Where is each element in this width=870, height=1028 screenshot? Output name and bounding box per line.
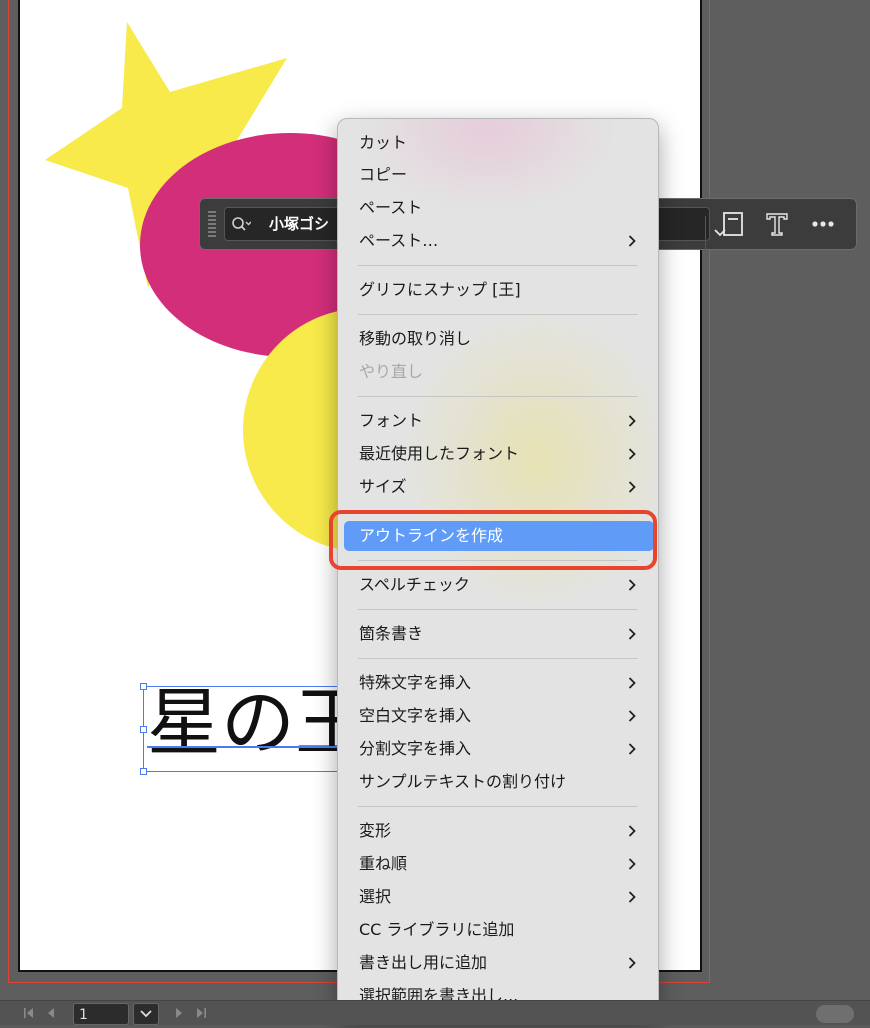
chevron-right-icon bbox=[628, 235, 636, 247]
chevron-right-icon bbox=[628, 481, 636, 493]
first-artboard-icon[interactable] bbox=[24, 1007, 34, 1019]
font-name: 小塚ゴシ bbox=[269, 215, 330, 233]
menu-item-select[interactable]: 選択 bbox=[344, 882, 654, 912]
chevron-right-icon bbox=[628, 415, 636, 427]
chevron-right-icon bbox=[628, 891, 636, 903]
status-bar: 1 bbox=[0, 1000, 870, 1025]
chevron-right-icon bbox=[628, 957, 636, 969]
menu-item-size[interactable]: サイズ bbox=[344, 472, 654, 502]
highlight-callout bbox=[329, 510, 657, 570]
menu-separator bbox=[358, 806, 638, 807]
menu-item-spell-check[interactable]: スペルチェック bbox=[344, 570, 654, 600]
menu-item-insert-whitespace[interactable]: 空白文字を挿入 bbox=[344, 701, 654, 731]
menu-separator bbox=[358, 314, 638, 315]
menu-item-insert-break-character[interactable]: 分割文字を挿入 bbox=[344, 734, 654, 764]
menu-item-bullets[interactable]: 箇条書き bbox=[344, 619, 654, 649]
menu-separator bbox=[358, 609, 638, 610]
menu-item-paste-options[interactable]: ペースト… bbox=[344, 226, 654, 256]
type-icon bbox=[766, 213, 788, 236]
text-frame-button[interactable] bbox=[716, 207, 750, 241]
chevron-right-icon bbox=[628, 677, 636, 689]
more-options-button[interactable] bbox=[806, 207, 840, 241]
more-icon bbox=[812, 221, 834, 227]
menu-separator bbox=[358, 658, 638, 659]
menu-separator bbox=[358, 396, 638, 397]
selection-handle-middle-left[interactable] bbox=[140, 726, 147, 733]
next-artboard-icon[interactable] bbox=[174, 1007, 184, 1019]
selection-handle-bottom-left[interactable] bbox=[140, 768, 147, 775]
menu-item-insert-special-character[interactable]: 特殊文字を挿入 bbox=[344, 668, 654, 698]
chevron-right-icon bbox=[628, 743, 636, 755]
last-artboard-icon[interactable] bbox=[196, 1007, 206, 1019]
menu-item-snap-to-glyph[interactable]: グリフにスナップ [王] bbox=[344, 275, 654, 305]
chevron-right-icon bbox=[628, 448, 636, 460]
chevron-right-icon bbox=[628, 825, 636, 837]
menu-item-font[interactable]: フォント bbox=[344, 406, 654, 436]
menu-item-add-to-export[interactable]: 書き出し用に追加 bbox=[344, 948, 654, 978]
type-button[interactable] bbox=[760, 207, 794, 241]
chevron-right-icon bbox=[628, 579, 636, 591]
drag-grip-icon[interactable] bbox=[208, 211, 216, 239]
artboard-dropdown[interactable] bbox=[133, 1003, 159, 1025]
selection-handle-top-left[interactable] bbox=[140, 683, 147, 690]
chevron-right-icon bbox=[628, 710, 636, 722]
menu-item-recent-fonts[interactable]: 最近使用したフォント bbox=[344, 439, 654, 469]
menu-item-add-to-cc-library[interactable]: CC ライブラリに追加 bbox=[344, 915, 654, 945]
menu-item-copy[interactable]: コピー bbox=[344, 160, 654, 190]
chevron-right-icon bbox=[628, 628, 636, 640]
artboard-number-field[interactable]: 1 bbox=[73, 1003, 129, 1025]
search-icon[interactable] bbox=[231, 215, 251, 235]
artboard-number: 1 bbox=[79, 1007, 88, 1023]
menu-item-undo-move[interactable]: 移動の取り消し bbox=[344, 324, 654, 354]
menu-item-paste[interactable]: ペースト bbox=[344, 193, 654, 223]
menu-item-cut[interactable]: カット bbox=[344, 128, 654, 158]
menu-item-transform[interactable]: 変形 bbox=[344, 816, 654, 846]
chevron-down-icon bbox=[140, 1010, 152, 1018]
previous-artboard-icon[interactable] bbox=[46, 1007, 56, 1019]
text-frame-icon bbox=[723, 212, 743, 236]
menu-item-arrange[interactable]: 重ね順 bbox=[344, 849, 654, 879]
chevron-right-icon bbox=[628, 858, 636, 870]
menu-item-fill-placeholder-text[interactable]: サンプルテキストの割り付け bbox=[344, 767, 654, 797]
status-toggle[interactable] bbox=[816, 1005, 854, 1023]
menu-item-redo: やり直し bbox=[359, 362, 424, 381]
menu-separator bbox=[358, 265, 638, 266]
